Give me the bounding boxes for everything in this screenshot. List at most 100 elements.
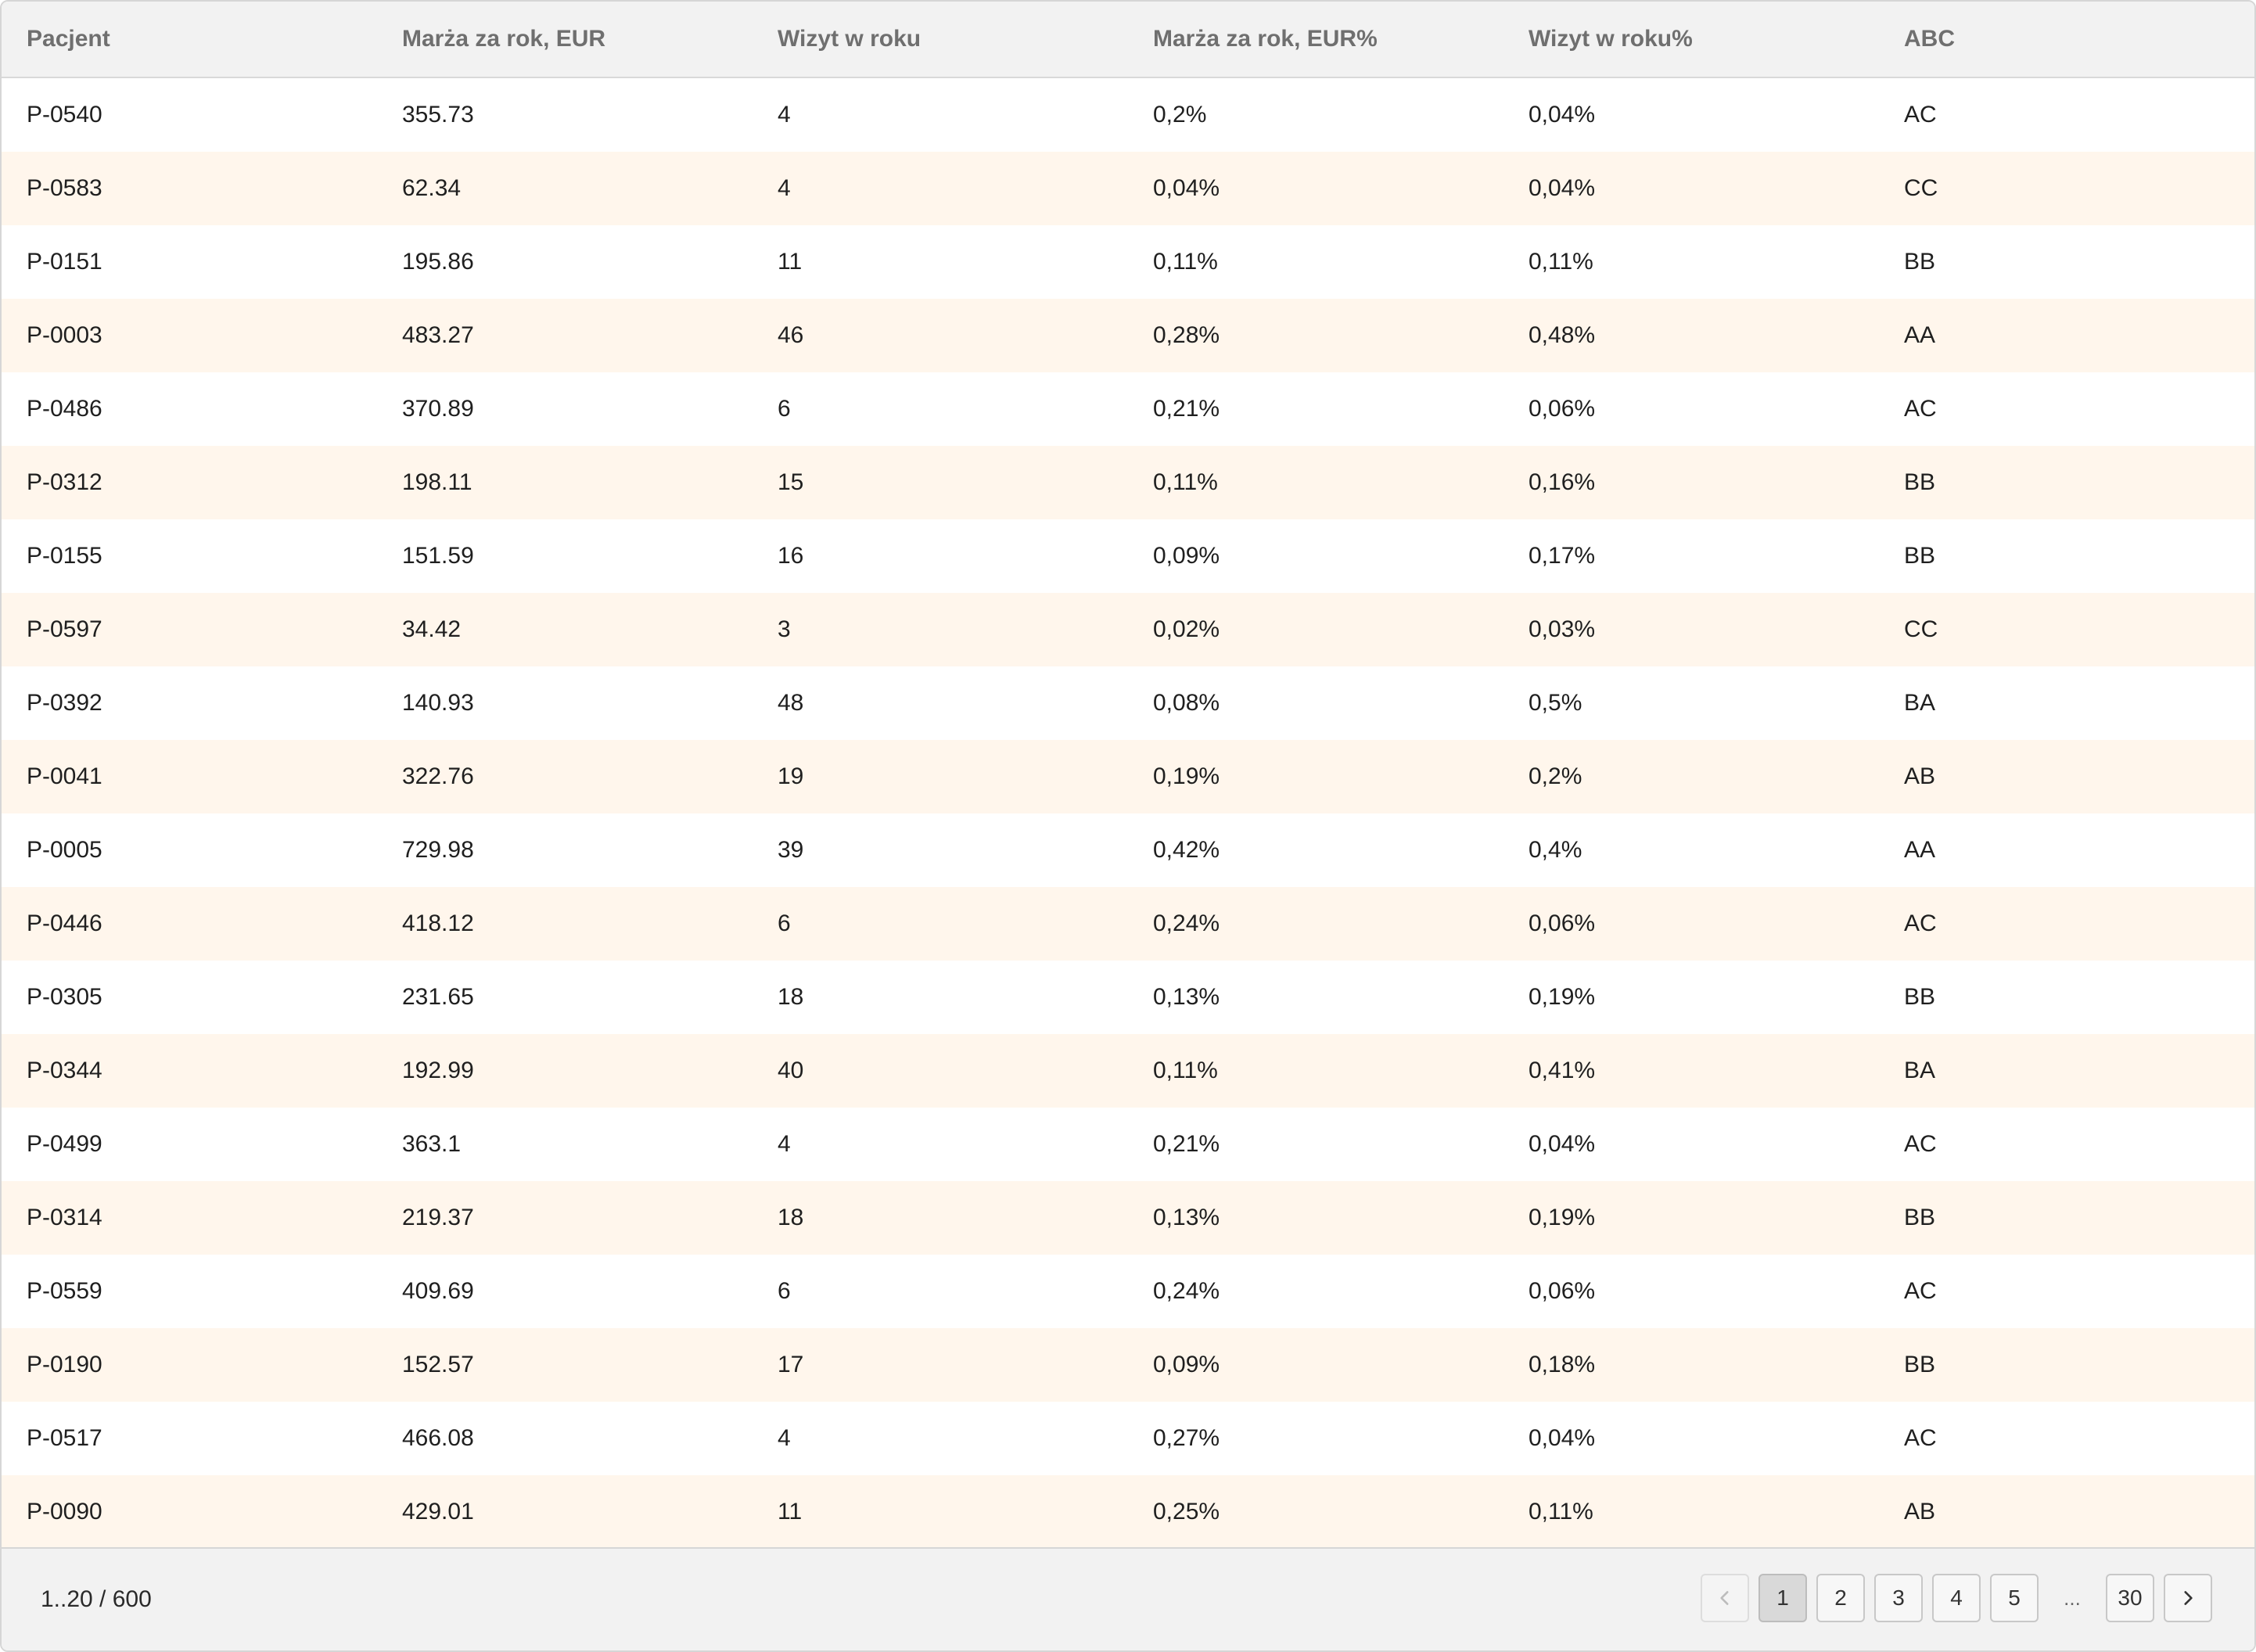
cell-abc: AC	[1904, 396, 1937, 422]
table-body: P-0540 355.73 4 0,2% 0,04% AC P-0583 62.34 4 0,04…	[2, 78, 2254, 1549]
cell-wizyt: 11	[778, 1499, 803, 1525]
table-row[interactable]: P-0041 322.76 19 0,19% 0,2% AB	[2, 740, 2254, 813]
cell-wizyt: 40	[778, 1058, 804, 1083]
cell-wizyt-pct: 0,11%	[1529, 249, 1593, 275]
cell-abc: BB	[1904, 469, 1936, 495]
page-button-5[interactable]: 5	[1990, 1574, 2039, 1622]
cell-wizyt-pct: 0,16%	[1529, 469, 1596, 495]
cell-marza: 370.89	[402, 396, 474, 422]
next-page-button[interactable]	[2164, 1574, 2212, 1622]
cell-wizyt: 18	[778, 984, 804, 1010]
table-row[interactable]: P-0446 418.12 6 0,24% 0,06% AC	[2, 887, 2254, 961]
cell-marza-pct: 0,11%	[1153, 249, 1218, 275]
column-header-wizyt-pct[interactable]: Wizyt w roku%	[1503, 2, 1879, 77]
cell-wizyt: 18	[778, 1205, 804, 1230]
cell-pacjent: P-0446	[27, 910, 102, 936]
cell-wizyt-pct: 0,04%	[1529, 1425, 1596, 1451]
chevron-right-icon	[2184, 1591, 2193, 1605]
table-header: Pacjent Marża za rok, EUR Wizyt w roku M…	[2, 2, 2254, 78]
cell-abc: AC	[1904, 102, 1937, 127]
cell-pacjent: P-0559	[27, 1278, 102, 1304]
table-row[interactable]: P-0155 151.59 16 0,09% 0,17% BB	[2, 519, 2254, 593]
cell-marza: 322.76	[402, 763, 474, 789]
table-row[interactable]: P-0314 219.37 18 0,13% 0,19% BB	[2, 1181, 2254, 1255]
pagination: 1 2 3 4 5 ... 30	[1701, 1574, 2212, 1622]
table-row[interactable]: P-0392 140.93 48 0,08% 0,5% BA	[2, 666, 2254, 740]
cell-wizyt: 3	[778, 616, 791, 642]
cell-abc: BB	[1904, 1352, 1936, 1377]
table-row[interactable]: P-0486 370.89 6 0,21% 0,06% AC	[2, 372, 2254, 446]
cell-marza-pct: 0,09%	[1153, 1352, 1220, 1377]
table-row[interactable]: P-0190 152.57 17 0,09% 0,18% BB	[2, 1328, 2254, 1402]
page-button-2[interactable]: 2	[1816, 1574, 1865, 1622]
cell-marza-pct: 0,2%	[1153, 102, 1207, 127]
cell-marza-pct: 0,11%	[1153, 469, 1218, 495]
cell-pacjent: P-0486	[27, 396, 102, 422]
pagination-ellipsis: ...	[2064, 1586, 2081, 1610]
table-row[interactable]: P-0517 466.08 4 0,27% 0,04% AC	[2, 1402, 2254, 1475]
cell-wizyt-pct: 0,04%	[1529, 175, 1596, 201]
cell-pacjent: P-0583	[27, 175, 102, 201]
cell-pacjent: P-0041	[27, 763, 102, 789]
cell-pacjent: P-0517	[27, 1425, 102, 1451]
column-header-abc[interactable]: ABC	[1879, 2, 2254, 77]
cell-wizyt: 4	[778, 102, 791, 127]
cell-marza-pct: 0,19%	[1153, 763, 1220, 789]
cell-wizyt-pct: 0,18%	[1529, 1352, 1596, 1377]
cell-wizyt-pct: 0,17%	[1529, 543, 1596, 569]
cell-abc: AC	[1904, 1131, 1937, 1157]
cell-pacjent: P-0155	[27, 543, 102, 569]
cell-marza-pct: 0,13%	[1153, 1205, 1220, 1230]
cell-marza: 198.11	[402, 469, 472, 495]
cell-wizyt: 6	[778, 1278, 791, 1304]
table-row[interactable]: P-0583 62.34 4 0,04% 0,04% CC	[2, 152, 2254, 225]
page-button-1[interactable]: 1	[1758, 1574, 1807, 1622]
table-row[interactable]: P-0597 34.42 3 0,02% 0,03% CC	[2, 593, 2254, 666]
page-button-last[interactable]: 30	[2106, 1574, 2154, 1622]
cell-wizyt-pct: 0,06%	[1529, 1278, 1596, 1304]
column-header-pacjent[interactable]: Pacjent	[2, 2, 377, 77]
column-header-marza-pct[interactable]: Marża za rok, EUR%	[1128, 2, 1503, 77]
cell-abc: AA	[1904, 322, 1936, 348]
cell-wizyt-pct: 0,06%	[1529, 396, 1596, 422]
cell-wizyt: 19	[778, 763, 804, 789]
table-row[interactable]: P-0559 409.69 6 0,24% 0,06% AC	[2, 1255, 2254, 1328]
column-header-wizyt[interactable]: Wizyt w roku	[753, 2, 1128, 77]
cell-abc: AC	[1904, 1425, 1937, 1451]
table-row[interactable]: P-0151 195.86 11 0,11% 0,11% BB	[2, 225, 2254, 299]
table-row[interactable]: P-0090 429.01 11 0,25% 0,11% AB	[2, 1475, 2254, 1549]
cell-pacjent: P-0597	[27, 616, 102, 642]
cell-wizyt: 48	[778, 690, 804, 716]
table-row[interactable]: P-0005 729.98 39 0,42% 0,4% AA	[2, 813, 2254, 887]
cell-pacjent: P-0305	[27, 984, 102, 1010]
cell-pacjent: P-0312	[27, 469, 102, 495]
table-row[interactable]: P-0499 363.1 4 0,21% 0,04% AC	[2, 1108, 2254, 1181]
table-row[interactable]: P-0344 192.99 40 0,11% 0,41% BA	[2, 1034, 2254, 1108]
cell-wizyt: 17	[778, 1352, 804, 1377]
cell-pacjent: P-0005	[27, 837, 102, 863]
cell-marza-pct: 0,11%	[1153, 1058, 1218, 1083]
cell-marza-pct: 0,27%	[1153, 1425, 1220, 1451]
table-row[interactable]: P-0003 483.27 46 0,28% 0,48% AA	[2, 299, 2254, 372]
cell-wizyt-pct: 0,03%	[1529, 616, 1596, 642]
cell-marza: 418.12	[402, 910, 474, 936]
cell-marza-pct: 0,09%	[1153, 543, 1220, 569]
table-row[interactable]: P-0540 355.73 4 0,2% 0,04% AC	[2, 78, 2254, 152]
cell-wizyt: 15	[778, 469, 804, 495]
prev-page-button[interactable]	[1701, 1574, 1749, 1622]
page-button-4[interactable]: 4	[1932, 1574, 1981, 1622]
cell-abc: BB	[1904, 249, 1936, 275]
cell-wizyt-pct: 0,04%	[1529, 1131, 1596, 1157]
row-range-indicator: 1..20 / 600	[41, 1586, 152, 1612]
cell-wizyt: 6	[778, 396, 791, 422]
column-header-marza[interactable]: Marża za rok, EUR	[377, 2, 753, 77]
page-button-3[interactable]: 3	[1874, 1574, 1923, 1622]
cell-abc: BB	[1904, 1205, 1936, 1230]
cell-marza: 151.59	[402, 543, 474, 569]
table-row[interactable]: P-0312 198.11 15 0,11% 0,16% BB	[2, 446, 2254, 519]
cell-marza: 729.98	[402, 837, 474, 863]
cell-abc: AB	[1904, 1499, 1936, 1525]
cell-abc: AB	[1904, 763, 1936, 789]
table-row[interactable]: P-0305 231.65 18 0,13% 0,19% BB	[2, 961, 2254, 1034]
cell-marza: 62.34	[402, 175, 462, 201]
